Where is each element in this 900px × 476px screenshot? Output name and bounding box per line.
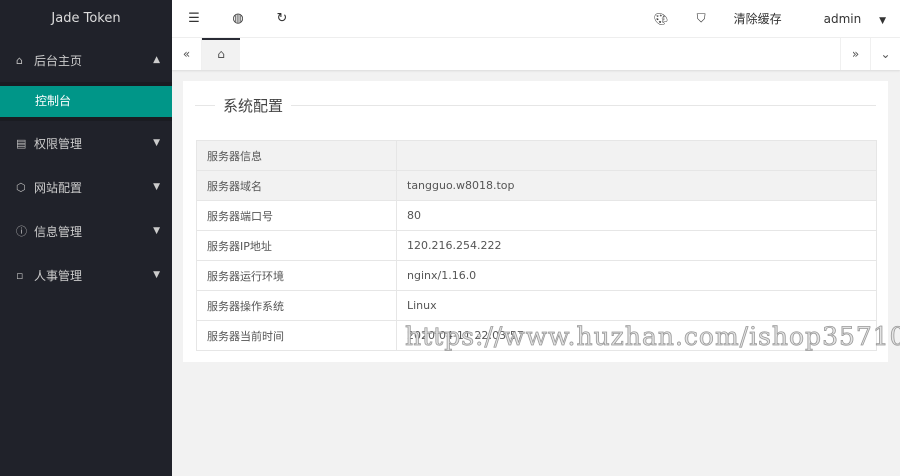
tab-home[interactable]: ⌂ bbox=[202, 38, 240, 70]
row-label: 服务器端口号 bbox=[196, 200, 397, 231]
list-icon: ▤ bbox=[16, 136, 27, 150]
row-value: nginx/1.16.0 bbox=[396, 260, 877, 291]
scroll-right-button[interactable]: » bbox=[840, 38, 870, 70]
sidebar-item-label: 人事管理 bbox=[34, 268, 83, 283]
sidebar-item-label: 信息管理 bbox=[34, 224, 83, 239]
row-label: 服务器当前时间 bbox=[196, 320, 397, 351]
header-cell: 服务器信息 bbox=[196, 140, 397, 171]
row-value: tangguo.w8018.top bbox=[396, 170, 877, 201]
clear-cache-button[interactable]: 清除缓存 bbox=[720, 10, 796, 27]
section-title: 系统配置 bbox=[215, 95, 292, 116]
caret-down-icon: ▼ bbox=[153, 226, 160, 236]
home-icon: ⌂ bbox=[16, 53, 23, 67]
system-config-card: 系统配置 服务器信息 服务器域名 tangguo.w8018.top 服务器端口号… bbox=[183, 81, 888, 362]
row-value: 120.216.254.222 bbox=[396, 230, 877, 261]
table-row: 服务器域名 tangguo.w8018.top bbox=[196, 170, 877, 201]
sidebar-item-console[interactable]: 控制台 bbox=[0, 86, 172, 117]
caret-up-icon: ▲ bbox=[153, 55, 160, 65]
table-row: 服务器运行环境 nginx/1.16.0 bbox=[196, 260, 877, 291]
website-icon[interactable]: ◍ bbox=[216, 11, 260, 26]
table-row: 服务器端口号 80 bbox=[196, 200, 877, 231]
file-icon: ▫ bbox=[16, 268, 24, 282]
table-header: 服务器信息 bbox=[196, 140, 877, 171]
top-header: ☰ ◍ ↻ 🎨︎ ⛉ 清除缓存 admin ▼ bbox=[172, 0, 900, 38]
row-label: 服务器操作系统 bbox=[196, 290, 397, 321]
sidebar-item-permissions[interactable]: ▤ 权限管理 ▼ bbox=[0, 121, 172, 165]
tab-options-button[interactable]: ⌄ bbox=[870, 38, 900, 70]
sidebar-item-info[interactable]: ⓘ 信息管理 ▼ bbox=[0, 209, 172, 253]
sidebar-item-label: 权限管理 bbox=[34, 136, 83, 151]
table-row: 服务器操作系统 Linux bbox=[196, 290, 877, 321]
row-label: 服务器域名 bbox=[196, 170, 397, 201]
table-row: 服务器IP地址 120.216.254.222 bbox=[196, 230, 877, 261]
table-row: 服务器当前时间 2020-04-11 22:03:57 bbox=[196, 320, 877, 351]
scroll-left-button[interactable]: « bbox=[172, 38, 202, 70]
tab-bar: « ⌂ » ⌄ bbox=[172, 38, 900, 70]
caret-down-icon: ▼ bbox=[153, 270, 160, 280]
sidebar-item-site-config[interactable]: ⬡ 网站配置 ▼ bbox=[0, 165, 172, 209]
user-menu[interactable]: admin ▼ bbox=[796, 12, 900, 26]
sidebar-item-label: 网站配置 bbox=[34, 180, 83, 195]
theme-icon[interactable]: 🎨︎ bbox=[639, 12, 682, 26]
tag-icon[interactable]: ⛉ bbox=[683, 11, 720, 26]
app-logo: Jade Token bbox=[51, 11, 121, 26]
sidebar-item-label: 后台主页 bbox=[34, 53, 83, 68]
caret-down-icon: ▼ bbox=[879, 15, 886, 26]
header-cell bbox=[396, 140, 877, 171]
row-label: 服务器IP地址 bbox=[196, 230, 397, 261]
row-value: 2020-04-11 22:03:57 bbox=[396, 320, 877, 351]
row-value: Linux bbox=[396, 290, 877, 321]
info-icon: ⓘ bbox=[16, 225, 27, 238]
row-label: 服务器运行环境 bbox=[196, 260, 397, 291]
sidebar-item-hr[interactable]: ▫ 人事管理 ▼ bbox=[0, 253, 172, 297]
username: admin bbox=[823, 11, 862, 26]
row-value: 80 bbox=[396, 200, 877, 231]
caret-down-icon: ▼ bbox=[153, 138, 160, 148]
caret-down-icon: ▼ bbox=[153, 182, 160, 192]
server-info-table: 服务器信息 服务器域名 tangguo.w8018.top 服务器端口号 80 服务… bbox=[196, 140, 877, 351]
sidebar: Jade Token ⌂ 后台主页 ▲ 控制台 ▤ 权限管理 ▼ ⬡ 网站配置 ▼ ⓘ 信息管… bbox=[0, 0, 172, 476]
menu-collapse-icon[interactable]: ☰ bbox=[172, 11, 216, 26]
home-icon: ⌂ bbox=[217, 47, 225, 61]
refresh-icon[interactable]: ↻ bbox=[260, 11, 304, 26]
sidebar-item-home[interactable]: ⌂ 后台主页 ▲ bbox=[0, 38, 172, 82]
cube-icon: ⬡ bbox=[16, 180, 26, 194]
